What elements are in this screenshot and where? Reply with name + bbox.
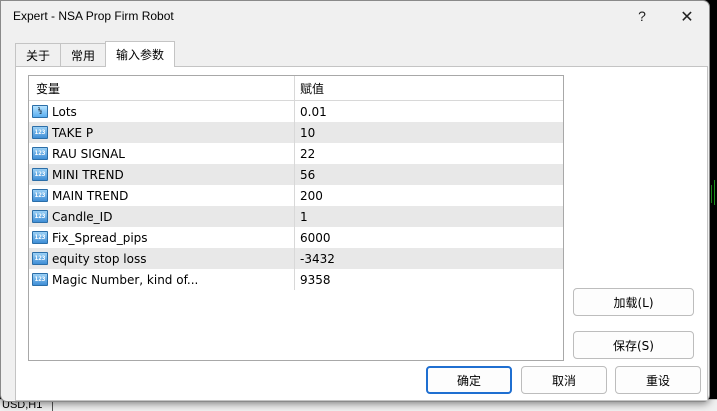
variable-name: TAKE P bbox=[52, 125, 94, 140]
save-button[interactable]: 保存(S) bbox=[573, 331, 694, 359]
variable-name: Magic Number, kind of... bbox=[52, 272, 199, 287]
variable-value: 56 bbox=[300, 167, 316, 182]
table-row[interactable]: ½ Lots 0.01 bbox=[29, 101, 563, 122]
table-row[interactable]: 123 Candle_ID 1 bbox=[29, 206, 563, 227]
variable-cell[interactable]: 123 MINI TREND bbox=[29, 164, 295, 185]
load-button[interactable]: 加载(L) bbox=[573, 288, 694, 316]
variable-name: MINI TREND bbox=[52, 167, 124, 182]
header-variable[interactable]: 变量 bbox=[29, 76, 295, 100]
table-body: ½ Lots 0.01 123 TAKE P 10 123 RAU SIGNAL… bbox=[29, 101, 563, 290]
table-row[interactable]: 123 MAIN TREND 200 bbox=[29, 185, 563, 206]
value-cell[interactable]: 9358 bbox=[295, 269, 563, 290]
variable-value: 1 bbox=[300, 209, 308, 224]
variable-value: -3432 bbox=[300, 251, 335, 266]
variable-cell[interactable]: 123 RAU SIGNAL bbox=[29, 143, 295, 164]
expert-properties-dialog: Expert - NSA Prop Firm Robot ? ✕ 关于 常用 输… bbox=[0, 0, 710, 402]
variable-name: Candle_ID bbox=[52, 209, 113, 224]
variable-cell[interactable]: 123 equity stop loss bbox=[29, 248, 295, 269]
value-cell[interactable]: 1 bbox=[295, 206, 563, 227]
double-type-icon: ½ bbox=[32, 105, 48, 118]
status-separator bbox=[52, 401, 53, 411]
tab-strip: 关于 常用 输入参数 bbox=[15, 41, 176, 67]
title-bar[interactable]: Expert - NSA Prop Firm Robot ? ✕ bbox=[1, 1, 709, 33]
chart-candle bbox=[711, 185, 712, 203]
value-cell[interactable]: 22 bbox=[295, 143, 563, 164]
variable-cell[interactable]: ½ Lots bbox=[29, 101, 295, 122]
reset-button[interactable]: 重设 bbox=[615, 366, 701, 394]
variable-cell[interactable]: 123 MAIN TREND bbox=[29, 185, 295, 206]
tab-common[interactable]: 常用 bbox=[60, 43, 107, 67]
variable-value: 6000 bbox=[300, 230, 331, 245]
table-row[interactable]: 123 TAKE P 10 bbox=[29, 122, 563, 143]
variable-value: 10 bbox=[300, 125, 316, 140]
variable-value: 22 bbox=[300, 146, 316, 161]
inputs-table: 变量 赋值 ½ Lots 0.01 123 TAKE P 10 123 RAU … bbox=[28, 75, 564, 361]
value-cell[interactable]: 10 bbox=[295, 122, 563, 143]
tab-about[interactable]: 关于 bbox=[15, 43, 62, 67]
window-title: Expert - NSA Prop Firm Robot bbox=[13, 9, 174, 23]
cancel-button[interactable]: 取消 bbox=[521, 366, 607, 394]
variable-name: RAU SIGNAL bbox=[52, 146, 125, 161]
value-cell[interactable]: -3432 bbox=[295, 248, 563, 269]
table-row[interactable]: 123 MINI TREND 56 bbox=[29, 164, 563, 185]
table-row[interactable]: 123 equity stop loss -3432 bbox=[29, 248, 563, 269]
integer-type-icon: 123 bbox=[32, 231, 48, 244]
variable-name: equity stop loss bbox=[52, 251, 147, 266]
variable-name: MAIN TREND bbox=[52, 188, 129, 203]
tab-inputs[interactable]: 输入参数 bbox=[105, 41, 176, 67]
value-cell[interactable]: 0.01 bbox=[295, 101, 563, 122]
value-cell[interactable]: 6000 bbox=[295, 227, 563, 248]
table-row[interactable]: 123 Fix_Spread_pips 6000 bbox=[29, 227, 563, 248]
variable-value: 9358 bbox=[300, 272, 331, 287]
ok-button[interactable]: 确定 bbox=[426, 366, 512, 394]
variable-cell[interactable]: 123 Candle_ID bbox=[29, 206, 295, 227]
integer-type-icon: 123 bbox=[32, 252, 48, 265]
variable-cell[interactable]: 123 TAKE P bbox=[29, 122, 295, 143]
close-button[interactable]: ✕ bbox=[674, 5, 700, 27]
table-row[interactable]: 123 RAU SIGNAL 22 bbox=[29, 143, 563, 164]
help-button[interactable]: ? bbox=[629, 5, 655, 27]
integer-type-icon: 123 bbox=[32, 147, 48, 160]
variable-value: 0.01 bbox=[300, 104, 327, 119]
variable-cell[interactable]: 123 Fix_Spread_pips bbox=[29, 227, 295, 248]
table-header: 变量 赋值 bbox=[29, 76, 563, 101]
table-row[interactable]: 123 Magic Number, kind of... 9358 bbox=[29, 269, 563, 290]
integer-type-icon: 123 bbox=[32, 126, 48, 139]
value-cell[interactable]: 56 bbox=[295, 164, 563, 185]
variable-cell[interactable]: 123 Magic Number, kind of... bbox=[29, 269, 295, 290]
chart-candle bbox=[714, 180, 715, 205]
variable-name: Lots bbox=[52, 104, 77, 119]
header-value[interactable]: 赋值 bbox=[295, 76, 563, 100]
integer-type-icon: 123 bbox=[32, 168, 48, 181]
integer-type-icon: 123 bbox=[32, 273, 48, 286]
integer-type-icon: 123 bbox=[32, 210, 48, 223]
variable-name: Fix_Spread_pips bbox=[52, 230, 148, 245]
variable-value: 200 bbox=[300, 188, 323, 203]
integer-type-icon: 123 bbox=[32, 189, 48, 202]
value-cell[interactable]: 200 bbox=[295, 185, 563, 206]
